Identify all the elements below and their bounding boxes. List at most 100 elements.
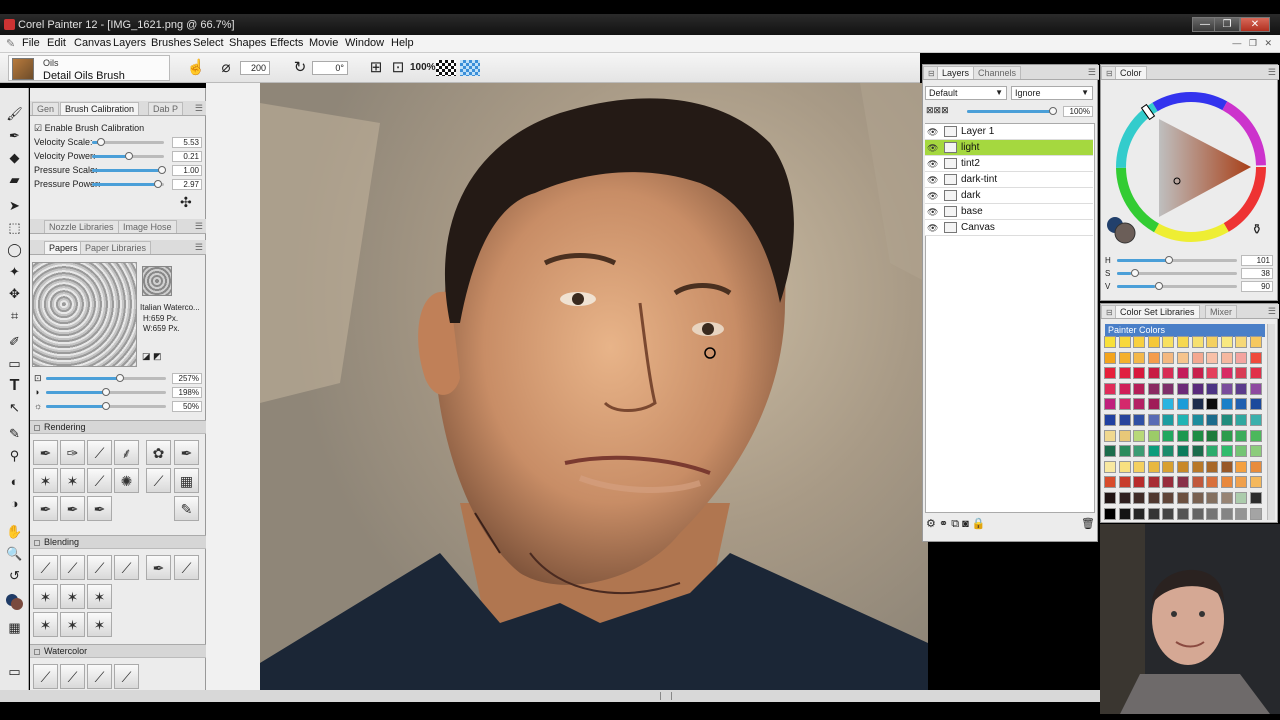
color-swatch[interactable] <box>1133 445 1146 458</box>
color-swatch[interactable] <box>1206 507 1219 520</box>
color-swatch[interactable] <box>1147 367 1160 380</box>
color-swatch[interactable] <box>1191 429 1204 442</box>
color-swatch[interactable] <box>1104 351 1116 364</box>
mdi-window-controls[interactable]: — ❐ ✕ <box>1232 38 1272 49</box>
color-swatch[interactable] <box>1206 367 1219 380</box>
color-swatch[interactable] <box>1177 414 1189 426</box>
angle-field[interactable]: 0° <box>312 61 348 75</box>
color-swatch[interactable] <box>1104 336 1116 348</box>
color-swatch[interactable] <box>1177 429 1189 442</box>
color-swatch[interactable] <box>1250 414 1262 426</box>
panel-menu-icon[interactable]: ☰ <box>195 103 203 114</box>
color-swatch[interactable] <box>1191 398 1204 411</box>
delete-layer-icon[interactable]: 🗑 <box>1081 517 1095 530</box>
color-swatch[interactable] <box>1104 414 1116 426</box>
color-swatch[interactable] <box>1235 398 1248 411</box>
color-swatch[interactable] <box>1133 460 1146 473</box>
color-swatch[interactable] <box>1177 351 1189 364</box>
rubber-stamp-icon[interactable]: ⚲ <box>4 446 25 466</box>
color-swatch[interactable] <box>1118 445 1131 458</box>
color-swatch[interactable] <box>1220 445 1233 458</box>
panel-menu-icon[interactable]: ☰ <box>1268 306 1276 317</box>
blending-brush-icon[interactable]: ✶ <box>87 612 112 637</box>
color-swatch[interactable] <box>1177 476 1189 489</box>
blending-brush-icon[interactable]: ⟋ <box>114 555 139 580</box>
menu-select[interactable]: Select <box>193 37 224 49</box>
color-swatch[interactable] <box>1162 351 1175 364</box>
rendering-brush-icon[interactable]: ⟋ <box>146 468 171 493</box>
rendering-brush-icon[interactable]: ✶ <box>33 468 58 493</box>
color-swatch[interactable] <box>1220 398 1233 411</box>
menu-shapes[interactable]: Shapes <box>229 37 266 49</box>
eraser-tool-icon[interactable]: ▰ <box>4 170 25 190</box>
rendering-brush-icon[interactable]: ✎ <box>174 496 199 521</box>
size-field[interactable]: 200 <box>240 61 270 75</box>
color-swatch[interactable] <box>1250 351 1262 364</box>
blending-brush-icon[interactable]: ⟋ <box>87 555 112 580</box>
size-icon[interactable]: ⌀ <box>216 59 236 77</box>
color-swatch[interactable] <box>1235 336 1248 348</box>
color-swatch[interactable] <box>1220 382 1233 395</box>
color-swatch[interactable] <box>1162 336 1175 348</box>
eye-icon[interactable]: 👁 <box>927 223 938 234</box>
color-swatch[interactable] <box>1118 398 1131 411</box>
color-swatch[interactable] <box>1206 445 1219 458</box>
color-swatch[interactable] <box>1118 460 1131 473</box>
color-swatch[interactable] <box>1235 492 1248 504</box>
tab-color[interactable]: Color <box>1115 66 1147 79</box>
paper-brightness-value[interactable]: 50% <box>172 401 202 412</box>
color-swatch[interactable] <box>1162 414 1175 426</box>
pressure-power-value[interactable]: 2.97 <box>172 179 202 190</box>
layer-row-light[interactable]: 👁 light <box>925 140 1093 156</box>
color-swatch[interactable] <box>1177 460 1189 473</box>
menu-edit[interactable]: Edit <box>47 37 66 49</box>
dropper-tool-icon[interactable]: ✒ <box>4 126 25 146</box>
eye-icon[interactable]: 👁 <box>927 191 938 202</box>
color-swatch[interactable] <box>1220 507 1233 520</box>
color-swatch[interactable] <box>1118 336 1131 348</box>
color-swatch[interactable] <box>1133 367 1146 380</box>
zoom-100-button[interactable]: 100% <box>410 62 436 73</box>
layer-row-dark-tint[interactable]: 👁 dark-tint <box>925 172 1093 188</box>
color-swatch[interactable] <box>1162 398 1175 411</box>
checkbox-icon[interactable]: ☑ <box>34 123 42 133</box>
color-swatch[interactable] <box>1235 429 1248 442</box>
color-swatch[interactable] <box>1104 367 1116 380</box>
magic-wand-icon[interactable]: ✦ <box>4 262 25 282</box>
menu-layers[interactable]: Layers <box>113 37 146 49</box>
blending-brush-icon[interactable]: ⟋ <box>60 555 85 580</box>
opacity-slider[interactable] <box>967 107 1057 115</box>
color-swatch[interactable] <box>1133 476 1146 489</box>
color-swatch[interactable] <box>1191 492 1204 504</box>
color-swatch[interactable] <box>1104 429 1116 442</box>
pressure-scale-slider[interactable] <box>92 166 166 174</box>
color-swatch[interactable] <box>1177 445 1189 458</box>
color-swatch[interactable] <box>1235 476 1248 489</box>
panel-menu-icon[interactable]: ☰ <box>1088 67 1096 78</box>
watercolor-brush-icon[interactable]: ⟋ <box>60 664 85 689</box>
color-swatch[interactable] <box>1235 367 1248 380</box>
menu-movie[interactable]: Movie <box>309 37 338 49</box>
velocity-scale-value[interactable]: 5.53 <box>172 137 202 148</box>
color-swatch[interactable] <box>1162 492 1175 504</box>
color-swatch[interactable] <box>1147 398 1160 411</box>
color-swatch[interactable] <box>1104 492 1116 504</box>
blending-brush-icon[interactable]: ✶ <box>60 612 85 637</box>
color-swatch[interactable] <box>1147 476 1160 489</box>
tab-brush-calibration[interactable]: Brush Calibration <box>60 102 140 115</box>
color-swatch[interactable] <box>1147 460 1160 473</box>
color-swatch[interactable] <box>1206 351 1219 364</box>
color-swatch[interactable] <box>1235 507 1248 520</box>
color-swatch[interactable] <box>1206 398 1219 411</box>
rendering-brush-icon[interactable]: ✒ <box>174 440 199 465</box>
color-swatch[interactable] <box>1133 398 1146 411</box>
crop-tool-icon[interactable]: ⌗ <box>4 306 25 326</box>
color-swatch[interactable] <box>1104 507 1116 520</box>
pressure-power-slider[interactable] <box>92 180 164 188</box>
color-swatch[interactable] <box>1191 382 1204 395</box>
document-canvas[interactable] <box>260 83 928 690</box>
color-swatch[interactable] <box>1104 382 1116 395</box>
rendering-section[interactable]: Rendering <box>30 420 206 434</box>
color-swatch[interactable] <box>1206 429 1219 442</box>
color-swatch[interactable] <box>1147 507 1160 520</box>
